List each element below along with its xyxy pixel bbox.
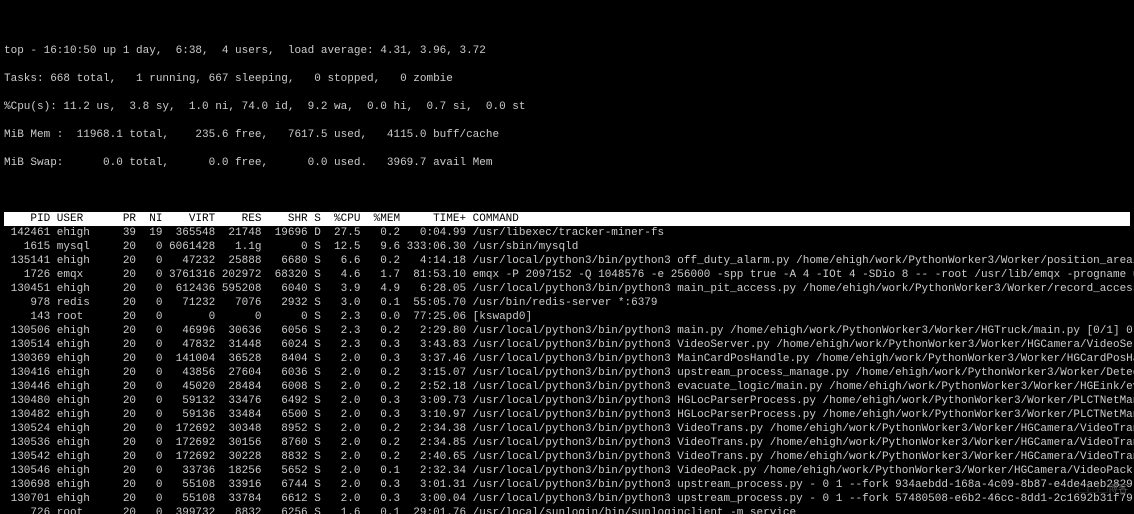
process-row[interactable]: 1615 mysql 20 0 6061428 1.1g 0 S 12.5 9.… <box>4 240 1130 254</box>
process-row[interactable]: 143 root 20 0 0 0 0 S 2.3 0.0 77:25.06 [… <box>4 310 1130 324</box>
process-row[interactable]: 726 root 20 0 399732 8832 6256 S 1.6 0.1… <box>4 506 1130 514</box>
summary-line-1: top - 16:10:50 up 1 day, 6:38, 4 users, … <box>4 44 1130 58</box>
process-list[interactable]: 142461 ehigh 39 19 365548 21748 19696 D … <box>4 226 1130 514</box>
process-row[interactable]: 142461 ehigh 39 19 365548 21748 19696 D … <box>4 226 1130 240</box>
process-row[interactable]: 130369 ehigh 20 0 141004 36528 8404 S 2.… <box>4 352 1130 366</box>
summary-line-4: MiB Mem : 11968.1 total, 235.6 free, 761… <box>4 128 1130 142</box>
process-row[interactable]: 1726 emqx 20 0 3761316 202972 68320 S 4.… <box>4 268 1130 282</box>
watermark: ▢▢▢博客 <box>1078 484 1128 498</box>
process-row[interactable]: 135141 ehigh 20 0 47232 25888 6680 S 6.6… <box>4 254 1130 268</box>
process-row[interactable]: 978 redis 20 0 71232 7076 2932 S 3.0 0.1… <box>4 296 1130 310</box>
process-row[interactable]: 130698 ehigh 20 0 55108 33916 6744 S 2.0… <box>4 478 1130 492</box>
blank-line <box>4 184 1130 198</box>
process-row[interactable]: 130524 ehigh 20 0 172692 30348 8952 S 2.… <box>4 422 1130 436</box>
process-row[interactable]: 130506 ehigh 20 0 46996 30636 6056 S 2.3… <box>4 324 1130 338</box>
process-row[interactable]: 130482 ehigh 20 0 59136 33484 6500 S 2.0… <box>4 408 1130 422</box>
process-row[interactable]: 130451 ehigh 20 0 612436 595208 6040 S 3… <box>4 282 1130 296</box>
process-row[interactable]: 130701 ehigh 20 0 55108 33784 6612 S 2.0… <box>4 492 1130 506</box>
process-row[interactable]: 130480 ehigh 20 0 59132 33476 6492 S 2.0… <box>4 394 1130 408</box>
process-row[interactable]: 130446 ehigh 20 0 45020 28484 6008 S 2.0… <box>4 380 1130 394</box>
process-row[interactable]: 130546 ehigh 20 0 33736 18256 5652 S 2.0… <box>4 464 1130 478</box>
process-row[interactable]: 130416 ehigh 20 0 43856 27604 6036 S 2.0… <box>4 366 1130 380</box>
process-row[interactable]: 130514 ehigh 20 0 47832 31448 6024 S 2.3… <box>4 338 1130 352</box>
process-row[interactable]: 130542 ehigh 20 0 172692 30228 8832 S 2.… <box>4 450 1130 464</box>
process-row[interactable]: 130536 ehigh 20 0 172692 30156 8760 S 2.… <box>4 436 1130 450</box>
summary-line-5: MiB Swap: 0.0 total, 0.0 free, 0.0 used.… <box>4 156 1130 170</box>
summary-line-3: %Cpu(s): 11.2 us, 3.8 sy, 1.0 ni, 74.0 i… <box>4 100 1130 114</box>
column-header[interactable]: PID USER PR NI VIRT RES SHR S %CPU %MEM … <box>4 212 1130 226</box>
summary-line-2: Tasks: 668 total, 1 running, 667 sleepin… <box>4 72 1130 86</box>
